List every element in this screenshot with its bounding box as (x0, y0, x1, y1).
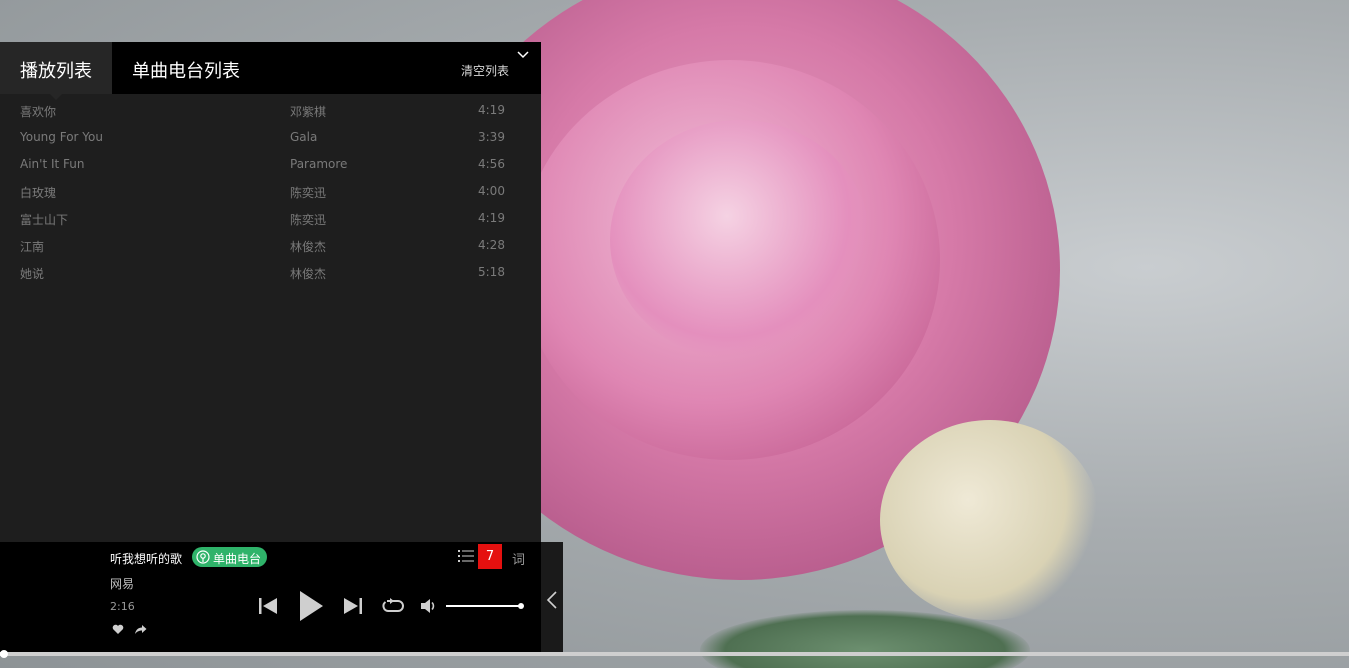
playlist-row[interactable]: 白玫瑰 陈奕迅 4:00 (0, 177, 541, 204)
loop-icon[interactable] (382, 598, 404, 614)
song-artist: 林俊杰 (290, 240, 327, 254)
playlist-row[interactable]: 喜欢你 邓紫棋 4:19 (0, 96, 541, 123)
radio-badge-button[interactable]: 单曲电台 (192, 547, 267, 567)
song-artist: 陈奕迅 (290, 213, 327, 227)
song-title: 江南 (20, 240, 45, 254)
playlist-count-badge[interactable]: 7 (478, 544, 502, 569)
playlist-rows: 喜欢你 邓紫棋 4:19 Young For You Gala 3:39 Ain… (0, 96, 541, 285)
tab-radio-list[interactable]: 单曲电台列表 (132, 57, 240, 83)
song-title: 富士山下 (20, 213, 69, 227)
song-artist: 邓紫棋 (290, 105, 327, 119)
song-duration: 4:56 (478, 157, 505, 171)
song-duration: 4:19 (478, 103, 505, 117)
volume-slider[interactable] (446, 603, 524, 609)
clear-playlist-button[interactable]: 清空列表 (461, 62, 509, 79)
song-artist: 林俊杰 (290, 267, 327, 281)
chevron-down-icon[interactable] (517, 50, 529, 60)
song-duration: 3:39 (478, 130, 505, 144)
song-artist: Gala (290, 130, 318, 144)
playlist-row[interactable]: 富士山下 陈奕迅 4:19 (0, 204, 541, 231)
tab-playlist[interactable]: 播放列表 (0, 42, 112, 100)
song-duration: 4:19 (478, 211, 505, 225)
song-artist: Paramore (290, 157, 348, 171)
song-duration: 4:00 (478, 184, 505, 198)
now-playing-title: 听我想听的歌 (110, 552, 183, 566)
radio-icon (196, 550, 210, 564)
progress-bar[interactable] (0, 650, 1349, 658)
song-duration: 4:28 (478, 238, 505, 252)
playlist-row[interactable]: 江南 林俊杰 4:28 (0, 231, 541, 258)
song-title: Ain't It Fun (20, 157, 85, 171)
player-bar: 听我想听的歌 单曲电台 网易 2:16 7 词 (0, 542, 541, 654)
play-icon[interactable] (298, 590, 324, 622)
playlist-row[interactable]: Ain't It Fun Paramore 4:56 (0, 150, 541, 177)
next-icon[interactable] (343, 597, 363, 615)
player-collapse-tab[interactable] (541, 542, 563, 654)
volume-knob[interactable] (518, 603, 524, 609)
chevron-left-icon (546, 591, 557, 609)
radio-badge-label: 单曲电台 (213, 552, 262, 566)
song-title: 她说 (20, 267, 45, 281)
previous-icon[interactable] (258, 597, 278, 615)
panel-header: 播放列表 单曲电台列表 清空列表 (0, 42, 541, 100)
list-icon[interactable] (458, 549, 474, 563)
lyrics-button[interactable]: 词 (512, 549, 525, 568)
now-playing-artist[interactable]: 网易 (110, 575, 134, 592)
playlist-row[interactable]: Young For You Gala 3:39 (0, 123, 541, 150)
song-title: 喜欢你 (20, 105, 57, 119)
heart-icon[interactable] (112, 624, 124, 635)
volume-fill (446, 605, 521, 607)
share-icon[interactable] (134, 624, 147, 635)
song-title: Young For You (20, 130, 103, 144)
progress-knob[interactable] (0, 650, 9, 658)
tab-playlist-label[interactable]: 播放列表 (20, 57, 92, 83)
song-duration: 5:18 (478, 265, 505, 279)
song-title: 白玫瑰 (20, 186, 57, 200)
song-artist: 陈奕迅 (290, 186, 327, 200)
volume-icon[interactable] (420, 598, 438, 614)
playlist-panel: 播放列表 单曲电台列表 清空列表 喜欢你 邓紫棋 4:19 Young For … (0, 42, 541, 542)
elapsed-time: 2:16 (110, 600, 135, 613)
playlist-row[interactable]: 她说 林俊杰 5:18 (0, 258, 541, 285)
